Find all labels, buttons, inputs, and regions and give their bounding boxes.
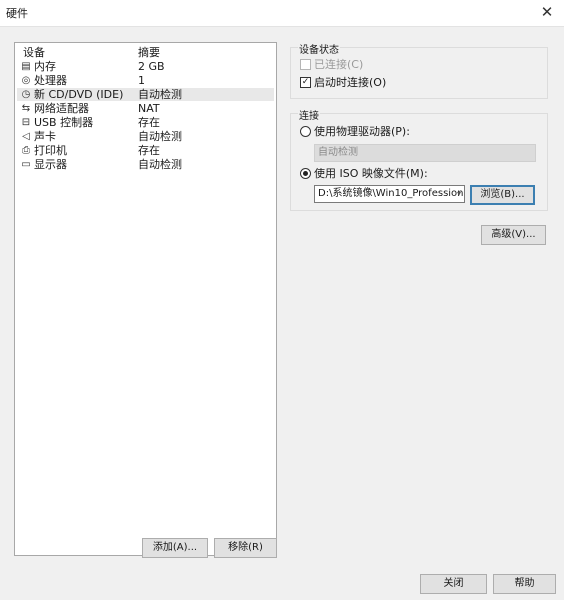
- radio-on-icon[interactable]: [300, 168, 311, 179]
- cd-dvd-icon: ◷: [21, 89, 31, 100]
- device-name: 处理器: [34, 74, 67, 87]
- device-summary: 存在: [138, 144, 160, 157]
- printer-icon: ⎙: [22, 145, 30, 156]
- advanced-button[interactable]: 高级(V)...: [481, 225, 546, 245]
- remove-device-button[interactable]: 移除(R): [214, 538, 277, 558]
- network-adapter-icon: ⇆: [21, 103, 31, 114]
- usb-icon: ⊟: [21, 117, 31, 128]
- device-status-title: 设备状态: [298, 41, 340, 56]
- browse-button[interactable]: 浏览(B)...: [470, 185, 535, 205]
- device-row-sound-card[interactable]: ◁ 声卡 自动检测: [17, 130, 274, 143]
- device-summary: NAT: [138, 102, 160, 115]
- close-button[interactable]: 关闭: [420, 574, 487, 594]
- device-row-usb-controller[interactable]: ⊟ USB 控制器 存在: [17, 116, 274, 129]
- device-list: 设备 摘要 ▤ 内存 2 GB ◎ 处理器 1 ◷ 新 CD/DVD (IDE)…: [14, 42, 277, 556]
- use-physical-drive-label: 使用物理驱动器(P):: [314, 125, 410, 138]
- device-list-header: 设备 摘要: [17, 46, 274, 59]
- physical-drive-select: 自动检测: [314, 144, 536, 162]
- device-summary: 存在: [138, 116, 160, 129]
- device-name: 声卡: [34, 130, 56, 143]
- device-name: USB 控制器: [34, 116, 94, 129]
- display-icon: ▭: [21, 159, 31, 170]
- close-icon[interactable]: ✕: [538, 3, 556, 21]
- connected-checkbox-box[interactable]: [300, 59, 311, 70]
- device-summary: 自动检测: [138, 158, 182, 171]
- iso-path-value: D:\系统镜像\Win10_Professional: [318, 188, 465, 199]
- device-name: 显示器: [34, 158, 67, 171]
- sound-card-icon: ◁: [22, 131, 30, 142]
- help-button[interactable]: 帮助: [493, 574, 556, 594]
- connect-at-power-on-label: 启动时连接(O): [314, 76, 387, 89]
- device-row-processor[interactable]: ◎ 处理器 1: [17, 74, 274, 87]
- title-bar: 硬件 ✕: [0, 0, 564, 26]
- device-row-printer[interactable]: ⎙ 打印机 存在: [17, 144, 274, 157]
- window-title: 硬件: [6, 7, 28, 20]
- device-summary: 自动检测: [138, 130, 182, 143]
- dialog-body: 设备 摘要 ▤ 内存 2 GB ◎ 处理器 1 ◷ 新 CD/DVD (IDE)…: [0, 26, 564, 600]
- chevron-down-icon[interactable]: ▾: [457, 186, 461, 202]
- device-name: 内存: [34, 60, 56, 73]
- memory-icon: ▤: [21, 61, 31, 72]
- device-row-display[interactable]: ▭ 显示器 自动检测: [17, 158, 274, 171]
- checkmark-icon[interactable]: ✓: [300, 77, 311, 88]
- device-column-header: 设备: [23, 46, 45, 59]
- add-device-button[interactable]: 添加(A)...: [142, 538, 208, 558]
- device-name: 新 CD/DVD (IDE): [34, 88, 124, 101]
- summary-column-header: 摘要: [138, 46, 160, 59]
- device-name: 网络适配器: [34, 102, 89, 115]
- device-summary: 自动检测: [138, 88, 182, 101]
- device-summary: 1: [138, 74, 145, 87]
- processor-icon: ◎: [21, 75, 31, 86]
- radio-off-icon[interactable]: [300, 126, 311, 137]
- iso-path-combobox[interactable]: D:\系统镜像\Win10_Professional ▾: [314, 185, 465, 203]
- use-iso-image-label: 使用 ISO 映像文件(M):: [314, 167, 428, 180]
- device-name: 打印机: [34, 144, 67, 157]
- device-summary: 2 GB: [138, 60, 165, 73]
- device-row-cd-dvd[interactable]: ◷ 新 CD/DVD (IDE) 自动检测: [17, 88, 274, 101]
- device-row-memory[interactable]: ▤ 内存 2 GB: [17, 60, 274, 73]
- connection-title: 连接: [298, 107, 320, 122]
- connected-label: 已连接(C): [314, 58, 364, 71]
- device-row-network-adapter[interactable]: ⇆ 网络适配器 NAT: [17, 102, 274, 115]
